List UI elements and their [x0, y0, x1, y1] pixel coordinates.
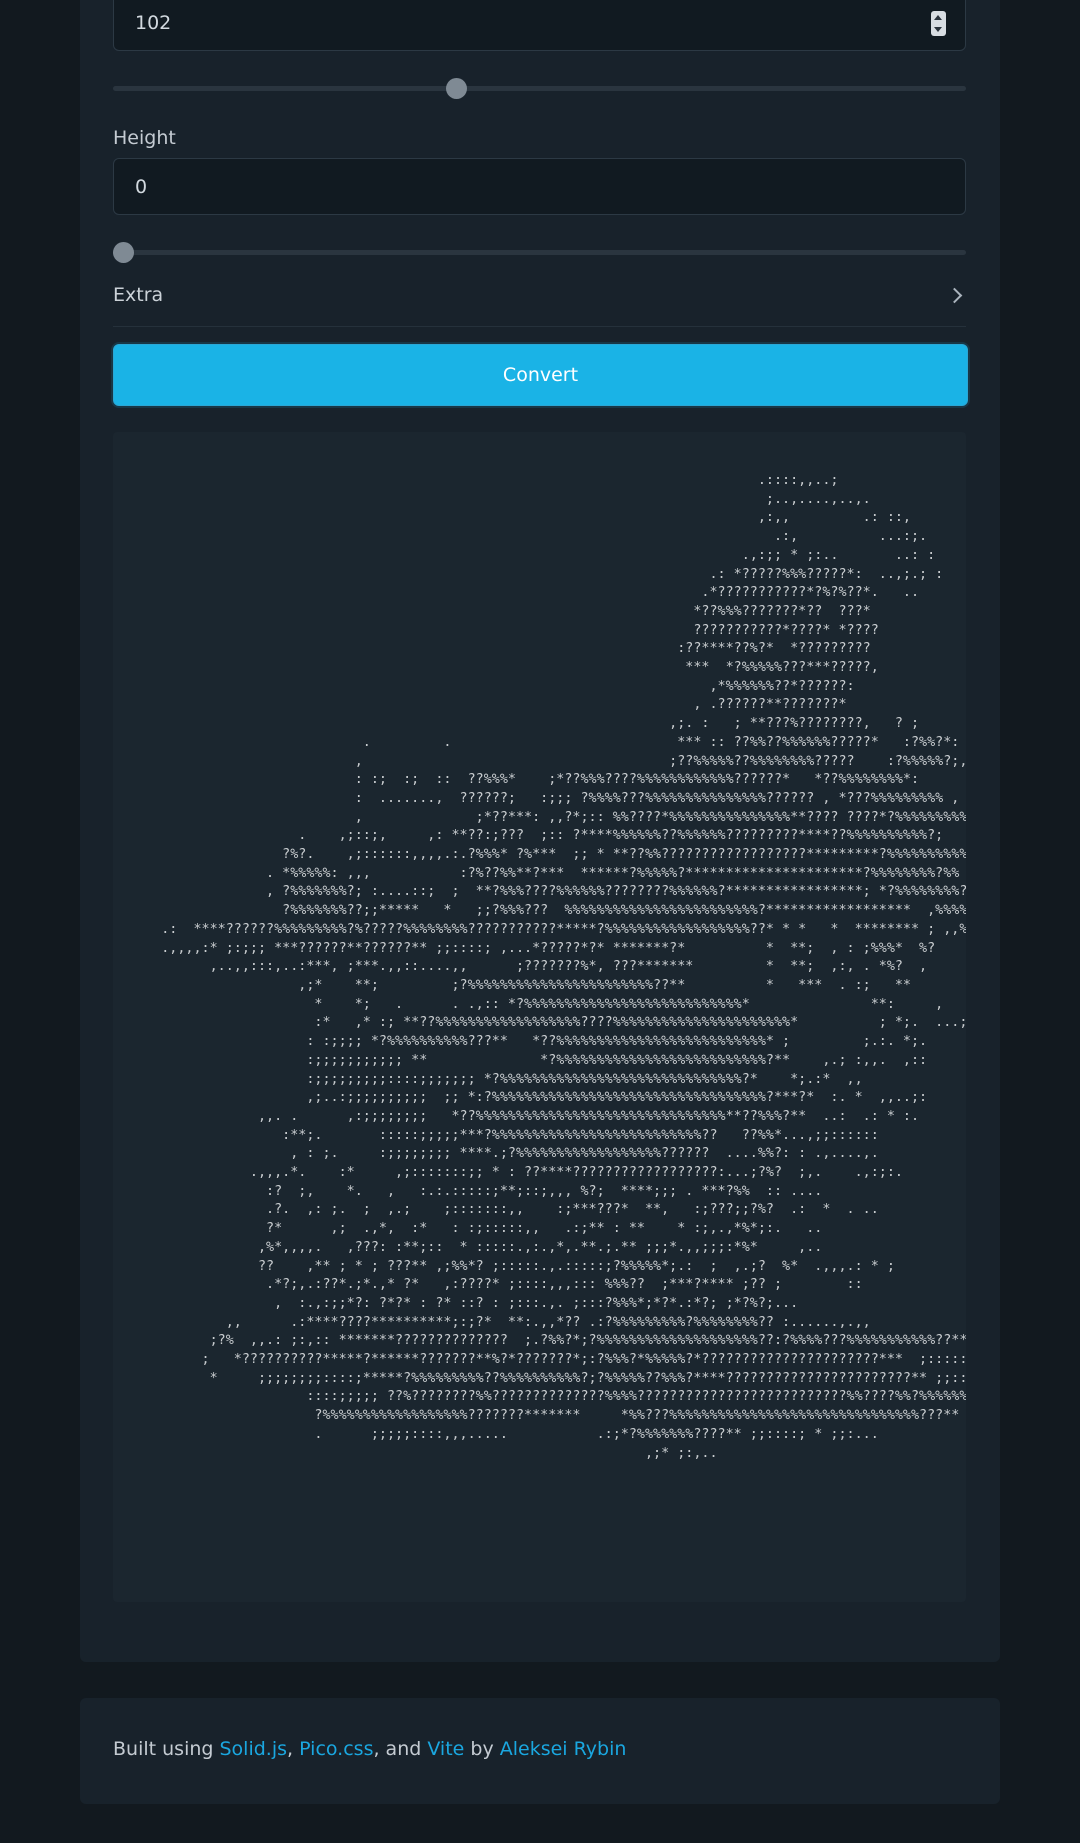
footer-by: by	[464, 1738, 500, 1760]
ascii-art-text: .::::,,..; ;..,....,..,. ,:,, .: ::, .:,…	[161, 473, 966, 1461]
footer: Built using Solid.js, Pico.css, and Vite…	[80, 1698, 1000, 1804]
chevron-right-icon	[946, 287, 963, 304]
width-spinner[interactable]	[931, 11, 946, 36]
extra-disclosure[interactable]: Extra	[113, 284, 966, 327]
convert-button[interactable]: Convert	[113, 344, 968, 406]
footer-sep2: , and	[373, 1738, 428, 1760]
width-input-value: 102	[135, 12, 172, 34]
width-input[interactable]: 102	[113, 0, 966, 51]
height-input[interactable]: 0	[113, 158, 966, 215]
footer-prefix: Built using	[113, 1738, 220, 1760]
ascii-art-output: .::::,,..; ;..,....,..,. ,:,, .: ::, .:,…	[113, 432, 966, 1602]
height-slider-thumb[interactable]	[113, 242, 134, 263]
width-slider[interactable]	[113, 78, 966, 99]
footer-text: Built using Solid.js, Pico.css, and Vite…	[113, 1738, 626, 1760]
footer-sep1: ,	[287, 1738, 300, 1760]
height-slider[interactable]	[113, 242, 966, 263]
solidjs-link[interactable]: Solid.js	[220, 1738, 288, 1760]
height-input-value: 0	[135, 176, 148, 198]
height-label: Height	[113, 127, 176, 149]
author-link[interactable]: Aleksei Rybin	[500, 1738, 627, 1760]
vite-link[interactable]: Vite	[427, 1738, 464, 1760]
extra-label: Extra	[113, 284, 164, 306]
picocss-link[interactable]: Pico.css	[299, 1738, 373, 1760]
width-slider-thumb[interactable]	[445, 78, 467, 99]
